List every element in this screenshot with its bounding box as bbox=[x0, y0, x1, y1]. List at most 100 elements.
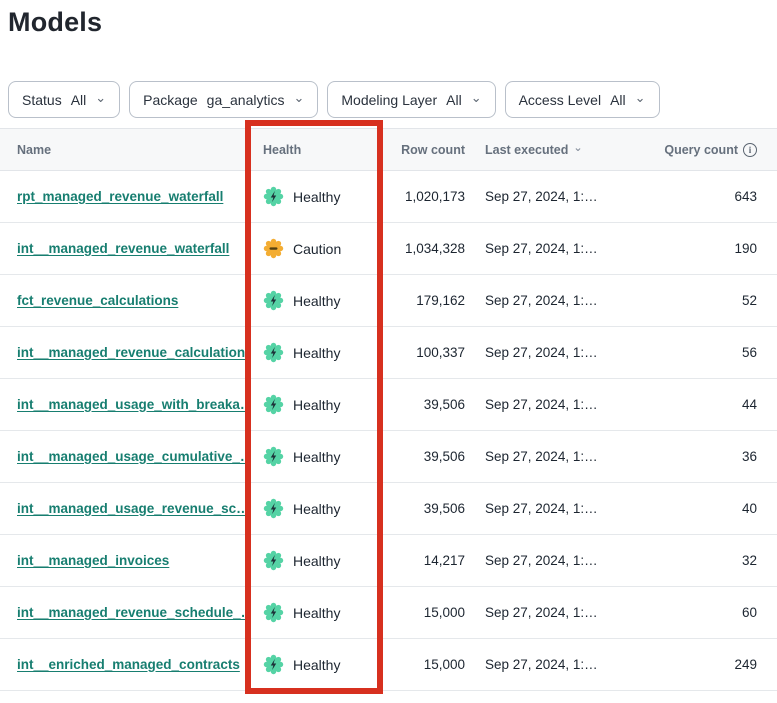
row-count-cell: 39,506 bbox=[383, 501, 465, 516]
row-count-cell: 14,217 bbox=[383, 553, 465, 568]
filter-status-label: Status bbox=[22, 92, 62, 108]
model-name-link[interactable]: int__managed_usage_with_breaka… bbox=[17, 397, 247, 412]
last-executed-cell: Sep 27, 2024, 1:… bbox=[465, 553, 655, 568]
health-status-label: Healthy bbox=[293, 189, 340, 205]
health-cell: Healthy bbox=[247, 394, 383, 415]
model-name-link[interactable]: int__managed_revenue_calculations bbox=[17, 345, 247, 360]
last-executed-cell: Sep 27, 2024, 1:… bbox=[465, 189, 655, 204]
filter-status[interactable]: Status All ⌄ bbox=[8, 81, 120, 118]
query-count-cell: 44 bbox=[655, 397, 777, 412]
health-status-label: Healthy bbox=[293, 397, 340, 413]
health-status-label: Healthy bbox=[293, 345, 340, 361]
health-cell: Healthy bbox=[247, 342, 383, 363]
model-name-link[interactable]: int__managed_usage_revenue_sc… bbox=[17, 501, 247, 516]
model-name-cell: int__managed_revenue_waterfall bbox=[0, 240, 247, 258]
last-executed-cell: Sep 27, 2024, 1:… bbox=[465, 605, 655, 620]
query-count-cell: 56 bbox=[655, 345, 777, 360]
models-table: Name Health Row count Last executed ⌄ Qu… bbox=[0, 128, 777, 691]
model-name-link[interactable]: int__managed_revenue_schedule_… bbox=[17, 605, 247, 620]
table-body: rpt_managed_revenue_waterfall Healthy bbox=[0, 171, 777, 691]
query-count-cell: 190 bbox=[655, 241, 777, 256]
health-status-label: Healthy bbox=[293, 501, 340, 517]
row-count-cell: 39,506 bbox=[383, 449, 465, 464]
model-name-link[interactable]: fct_revenue_calculations bbox=[17, 293, 178, 308]
model-name-cell: int__managed_usage_revenue_sc… bbox=[0, 500, 247, 518]
health-status-icon bbox=[263, 446, 284, 467]
filter-status-value: All bbox=[71, 92, 87, 108]
health-status-icon bbox=[263, 186, 284, 207]
health-status-icon bbox=[263, 238, 284, 259]
health-status-label: Healthy bbox=[293, 449, 340, 465]
column-header-name: Name bbox=[0, 143, 247, 157]
table-header-row: Name Health Row count Last executed ⌄ Qu… bbox=[0, 128, 777, 171]
row-count-cell: 15,000 bbox=[383, 605, 465, 620]
page-title: Models bbox=[8, 7, 102, 38]
filter-bar: Status All ⌄ Package ga_analytics ⌄ Mode… bbox=[8, 81, 660, 118]
filter-modeling-layer-value: All bbox=[446, 92, 462, 108]
table-row: int__enriched_managed_contracts Healthy bbox=[0, 639, 777, 691]
health-status-icon bbox=[263, 550, 284, 571]
health-cell: Healthy bbox=[247, 550, 383, 571]
health-status-label: Healthy bbox=[293, 293, 340, 309]
table-row: int__managed_revenue_calculations Health… bbox=[0, 327, 777, 379]
filter-package-value: ga_analytics bbox=[207, 92, 285, 108]
last-executed-cell: Sep 27, 2024, 1:… bbox=[465, 345, 655, 360]
query-count-cell: 643 bbox=[655, 189, 777, 204]
model-name-link[interactable]: int__managed_usage_cumulative_… bbox=[17, 449, 247, 464]
column-header-last-executed[interactable]: Last executed ⌄ bbox=[465, 143, 655, 157]
health-cell: Healthy bbox=[247, 446, 383, 467]
health-status-icon bbox=[263, 342, 284, 363]
health-status-label: Caution bbox=[293, 241, 341, 257]
model-name-cell: int__managed_revenue_schedule_… bbox=[0, 604, 247, 622]
last-executed-cell: Sep 27, 2024, 1:… bbox=[465, 293, 655, 308]
health-status-icon bbox=[263, 394, 284, 415]
model-name-link[interactable]: int__managed_invoices bbox=[17, 553, 169, 568]
model-name-link[interactable]: int__enriched_managed_contracts bbox=[17, 657, 240, 672]
query-count-cell: 40 bbox=[655, 501, 777, 516]
model-name-cell: rpt_managed_revenue_waterfall bbox=[0, 188, 247, 206]
table-row: int__managed_usage_cumulative_… Healthy bbox=[0, 431, 777, 483]
query-count-cell: 32 bbox=[655, 553, 777, 568]
last-executed-cell: Sep 27, 2024, 1:… bbox=[465, 657, 655, 672]
filter-access-level[interactable]: Access Level All ⌄ bbox=[505, 81, 660, 118]
model-name-link[interactable]: rpt_managed_revenue_waterfall bbox=[17, 189, 223, 204]
health-status-icon bbox=[263, 498, 284, 519]
query-count-label: Query count bbox=[664, 143, 738, 157]
filter-package[interactable]: Package ga_analytics ⌄ bbox=[129, 81, 318, 118]
filter-modeling-layer-label: Modeling Layer bbox=[341, 92, 437, 108]
last-executed-cell: Sep 27, 2024, 1:… bbox=[465, 397, 655, 412]
health-cell: Healthy bbox=[247, 290, 383, 311]
table-row: int__managed_usage_revenue_sc… Healthy bbox=[0, 483, 777, 535]
model-name-cell: int__managed_usage_with_breaka… bbox=[0, 396, 247, 414]
row-count-cell: 1,034,328 bbox=[383, 241, 465, 256]
health-status-label: Healthy bbox=[293, 553, 340, 569]
health-cell: Healthy bbox=[247, 498, 383, 519]
row-count-cell: 1,020,173 bbox=[383, 189, 465, 204]
model-name-cell: int__managed_invoices bbox=[0, 552, 247, 570]
query-count-cell: 249 bbox=[655, 657, 777, 672]
model-name-cell: int__enriched_managed_contracts bbox=[0, 656, 247, 674]
column-header-health: Health bbox=[247, 143, 383, 157]
query-count-cell: 36 bbox=[655, 449, 777, 464]
model-name-cell: int__managed_usage_cumulative_… bbox=[0, 448, 247, 466]
health-cell: Healthy bbox=[247, 654, 383, 675]
filter-modeling-layer[interactable]: Modeling Layer All ⌄ bbox=[327, 81, 495, 118]
query-count-cell: 60 bbox=[655, 605, 777, 620]
model-name-cell: int__managed_revenue_calculations bbox=[0, 344, 247, 362]
info-icon[interactable]: i bbox=[743, 143, 757, 157]
filter-access-level-label: Access Level bbox=[519, 92, 601, 108]
health-cell: Caution bbox=[247, 238, 383, 259]
model-name-link[interactable]: int__managed_revenue_waterfall bbox=[17, 241, 229, 256]
health-status-icon bbox=[263, 290, 284, 311]
chevron-down-icon: ⌄ bbox=[635, 91, 646, 104]
last-executed-cell: Sep 27, 2024, 1:… bbox=[465, 241, 655, 256]
health-status-icon bbox=[263, 602, 284, 623]
last-executed-cell: Sep 27, 2024, 1:… bbox=[465, 449, 655, 464]
table-row: int__managed_usage_with_breaka… Healthy bbox=[0, 379, 777, 431]
last-executed-label: Last executed bbox=[485, 143, 568, 157]
sort-chevron-down-icon: ⌄ bbox=[573, 141, 582, 154]
table-row: int__managed_revenue_schedule_… Healthy bbox=[0, 587, 777, 639]
health-cell: Healthy bbox=[247, 602, 383, 623]
row-count-cell: 39,506 bbox=[383, 397, 465, 412]
table-row: int__managed_invoices Healthy 14,2 bbox=[0, 535, 777, 587]
